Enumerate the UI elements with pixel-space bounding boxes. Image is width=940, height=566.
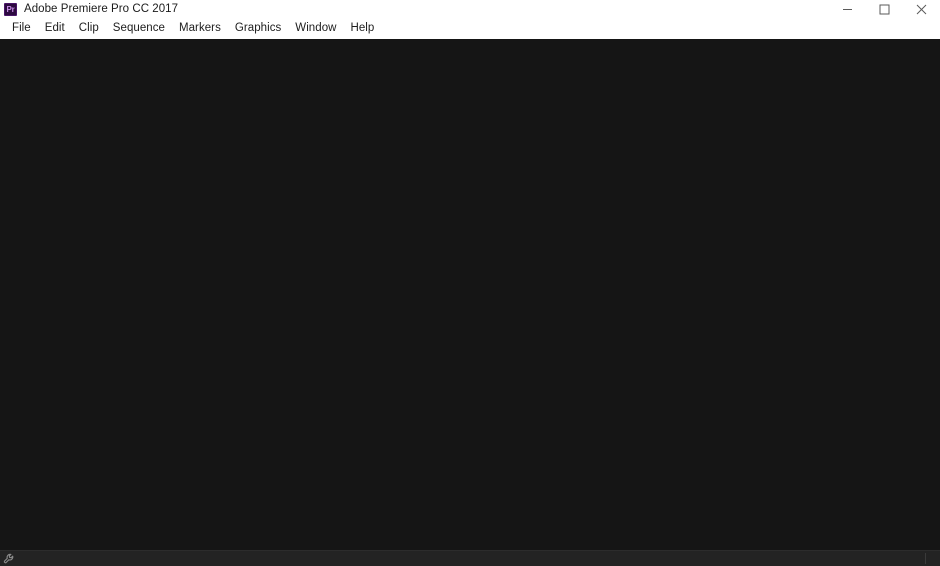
menu-bar: File Edit Clip Sequence Markers Graphics… bbox=[0, 19, 940, 39]
menu-item-graphics[interactable]: Graphics bbox=[228, 23, 288, 35]
status-bar-divider bbox=[925, 553, 926, 564]
maximize-icon bbox=[879, 4, 890, 15]
title-bar[interactable]: Pr Adobe Premiere Pro CC 2017 bbox=[0, 0, 940, 19]
menu-item-clip[interactable]: Clip bbox=[72, 23, 106, 35]
maximize-button[interactable] bbox=[866, 0, 903, 19]
menu-item-help[interactable]: Help bbox=[344, 23, 382, 35]
menu-item-window[interactable]: Window bbox=[288, 23, 343, 35]
menu-item-file[interactable]: File bbox=[5, 23, 38, 35]
premiere-pro-app-icon: Pr bbox=[4, 3, 17, 16]
status-bar bbox=[0, 550, 940, 566]
menu-item-edit[interactable]: Edit bbox=[38, 23, 72, 35]
menu-item-markers[interactable]: Markers bbox=[172, 23, 228, 35]
wrench-icon[interactable] bbox=[1, 552, 17, 566]
workspace-canvas[interactable] bbox=[0, 39, 940, 550]
menu-item-sequence[interactable]: Sequence bbox=[106, 23, 172, 35]
close-icon bbox=[916, 4, 927, 15]
window-title: Adobe Premiere Pro CC 2017 bbox=[24, 2, 179, 15]
minimize-icon bbox=[842, 4, 853, 15]
application-window: Pr Adobe Premiere Pro CC 2017 File Edit … bbox=[0, 0, 940, 566]
minimize-button[interactable] bbox=[829, 0, 866, 19]
window-controls bbox=[829, 0, 940, 19]
app-icon-label: Pr bbox=[6, 4, 15, 14]
close-button[interactable] bbox=[903, 0, 940, 19]
